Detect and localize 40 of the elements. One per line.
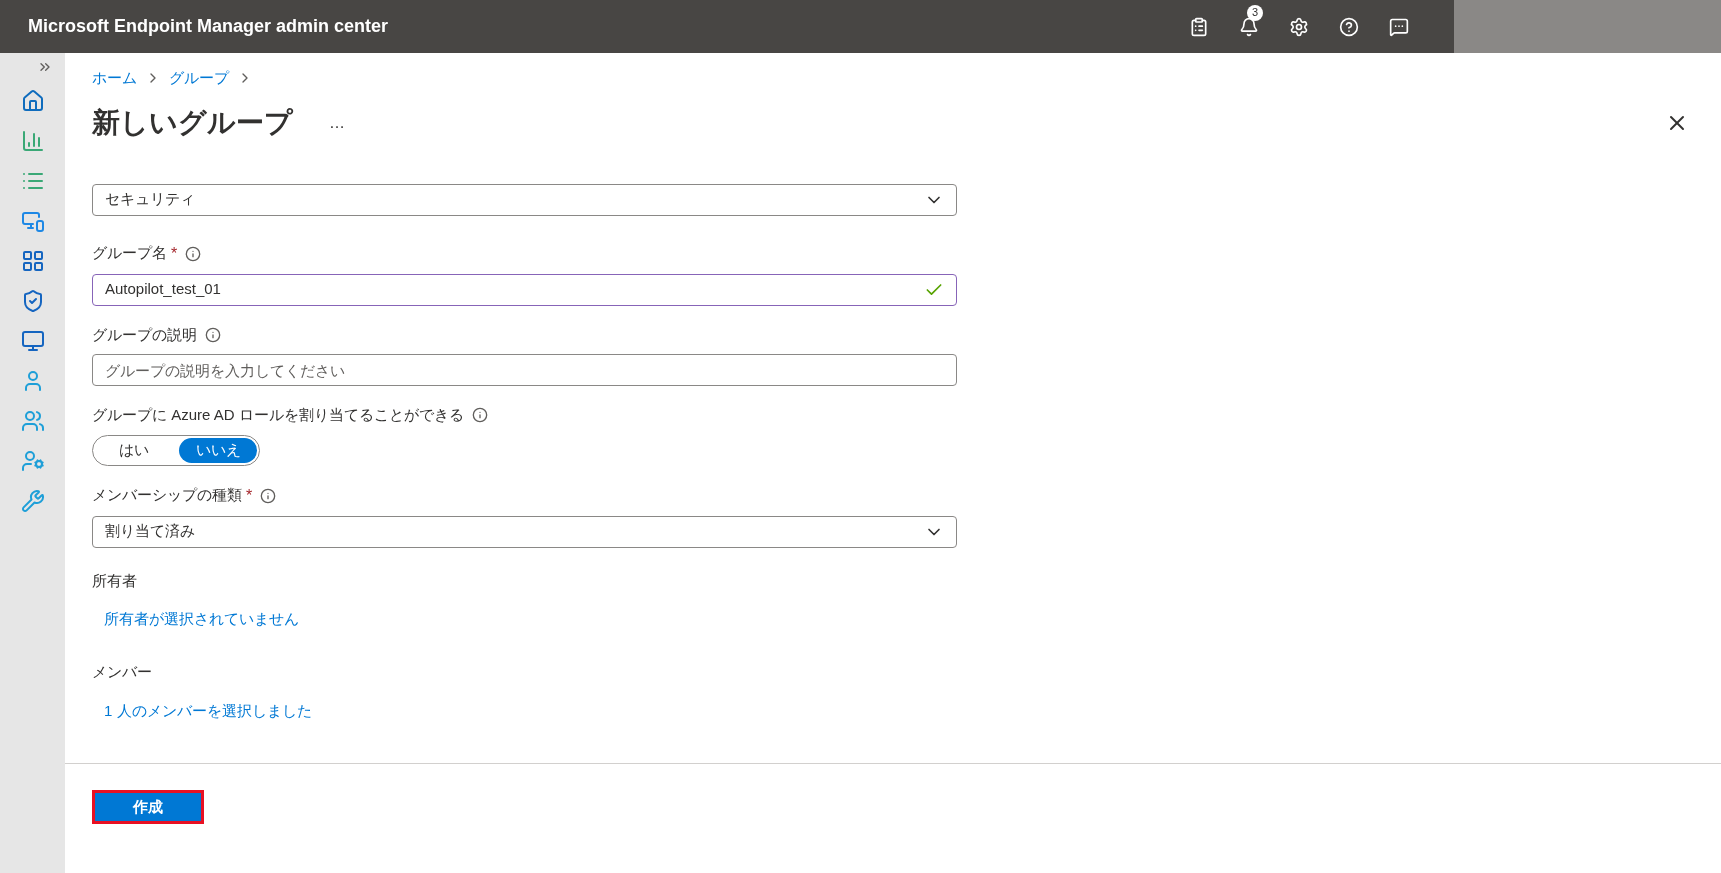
help-icon[interactable] (1339, 16, 1359, 37)
required-mark: * (246, 485, 253, 506)
page-title: 新しいグループ (92, 105, 293, 140)
field-label: グループ名 (92, 243, 167, 264)
membership-type-dropdown[interactable]: 割り当て済み (92, 515, 957, 548)
group-type-dropdown[interactable]: セキュリティ (92, 183, 957, 216)
app-title: Microsoft Endpoint Manager admin center (28, 15, 389, 38)
notification-icon[interactable] (1239, 16, 1259, 37)
info-icon[interactable] (471, 407, 488, 424)
settings-icon[interactable] (1289, 16, 1309, 37)
info-icon[interactable] (205, 326, 221, 343)
toggle-option[interactable]: いいえ (179, 437, 257, 463)
clipboard-filter-icon[interactable] (1189, 16, 1209, 37)
user-gear-icon[interactable] (20, 449, 45, 473)
info-icon[interactable] (185, 245, 202, 262)
chart-icon[interactable] (20, 129, 45, 153)
info-icon[interactable] (260, 487, 277, 504)
breadcrumb-link[interactable]: ホーム (92, 67, 137, 90)
create-button[interactable]: 作成 (95, 793, 201, 821)
members-link[interactable]: 1 人のメンバーを選択しました (104, 699, 312, 722)
grid-icon[interactable] (20, 249, 45, 273)
description-input[interactable]: グループの説明を入力してください (92, 354, 957, 386)
group-name-input[interactable]: Autopilot_test_01 (92, 273, 957, 306)
required-mark: * (171, 243, 178, 264)
more-button[interactable]: … (329, 110, 345, 135)
home-icon[interactable] (20, 89, 45, 113)
field-label: グループに Azure AD ロールを割り当てることができる (92, 405, 464, 425)
owners-label: 所有者 (92, 570, 138, 591)
toggle-option[interactable]: はい (95, 437, 173, 463)
feedback-icon[interactable] (1389, 16, 1409, 37)
field-label: グループの説明 (92, 324, 197, 345)
notification-badge: 3 (1247, 4, 1263, 21)
users-icon[interactable] (20, 409, 45, 433)
members-label: メンバー (92, 662, 153, 682)
devices-icon[interactable] (20, 209, 45, 233)
owners-link[interactable]: 所有者が選択されていません (104, 608, 299, 631)
breadcrumb-link[interactable]: グループ (169, 67, 229, 90)
wrench-icon[interactable] (20, 489, 45, 513)
field-label: メンバーシップの種類 (92, 485, 242, 506)
monitor-icon[interactable] (20, 329, 45, 353)
